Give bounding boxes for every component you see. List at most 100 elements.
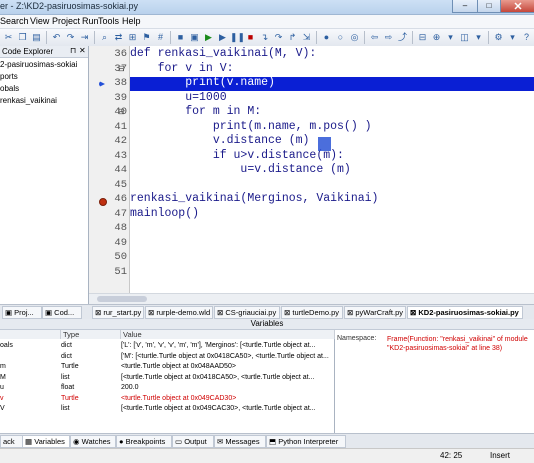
tab-code[interactable]: ▣ Cod...	[42, 306, 82, 319]
forward-icon[interactable]: ⇨	[382, 31, 395, 44]
code-line[interactable]: for v in V:	[130, 62, 234, 75]
options-icon[interactable]: ⚙	[492, 31, 505, 44]
chevron-down-icon[interactable]: ▾	[472, 31, 485, 44]
close-button[interactable]	[500, 0, 534, 13]
breakpoint-icon[interactable]	[99, 198, 107, 206]
file-tab[interactable]: ⊠ CS-griauciai.py	[214, 306, 280, 319]
tab-stack[interactable]: ack	[0, 435, 24, 448]
menu-view[interactable]: View	[30, 16, 49, 26]
cut-icon[interactable]: ✂	[2, 31, 15, 44]
tree-item-imports[interactable]: ports	[0, 72, 18, 81]
variable-row[interactable]: u float 200.0	[0, 383, 334, 393]
column-type[interactable]: Type	[61, 330, 121, 339]
goto-line-icon[interactable]: ⊞	[126, 31, 139, 44]
code-line[interactable]: u=v.distance (m)	[130, 163, 350, 176]
code-line[interactable]: u=1000	[130, 91, 226, 104]
menu-help[interactable]: Help	[122, 16, 141, 26]
variable-row[interactable]: oals dict ['L': ['v', 'm', 'v', 'v', 'm', …	[0, 341, 334, 351]
code-line[interactable]: mainloop()	[130, 207, 199, 220]
code-editor[interactable]: 36 37 38 39 40 41 42 43 44 45 46 47 48 49 50 51 ⊟ ⊟ def r…	[89, 46, 534, 304]
comment-icon[interactable]: #	[154, 31, 167, 44]
code-line[interactable]: print(v.name)	[130, 76, 275, 89]
tab-output[interactable]: ▭ Output	[172, 435, 214, 448]
menu-tools[interactable]: Tools	[98, 16, 119, 26]
tab-project[interactable]: ▣ Proj...	[2, 306, 42, 319]
bookmark-icon[interactable]: ⚑	[140, 31, 153, 44]
column-value[interactable]: Value	[121, 330, 335, 339]
variable-row[interactable]: Vlist [<turtle.Turtle object at 0x049CAC3…	[0, 404, 334, 414]
menu-search[interactable]: Search	[0, 16, 29, 26]
layout-icon[interactable]: ⊟	[416, 31, 429, 44]
save-icon[interactable]: ▣	[188, 31, 201, 44]
file-tab-active[interactable]: ⊠ KD2-pasiruosimas-sokiai.py	[407, 306, 523, 319]
code-line[interactable]: v.distance (m)	[130, 134, 310, 147]
chevron-down-icon[interactable]: ▾	[506, 31, 519, 44]
tree-item-module[interactable]: 2-pasiruosimas-sokiai	[0, 60, 77, 69]
paste-icon[interactable]: ▤	[30, 31, 43, 44]
indent-icon[interactable]: ⇥	[78, 31, 91, 44]
horizontal-scrollbar[interactable]	[89, 293, 534, 304]
tab-messages[interactable]: ✉ Messages	[214, 435, 266, 448]
tree-item-globals[interactable]: obals	[0, 84, 19, 93]
pin-icon[interactable]: ⊓	[70, 46, 76, 55]
tab-output-label: Output	[184, 437, 207, 446]
redo-icon[interactable]: ↷	[64, 31, 77, 44]
tree-item-function[interactable]: renkasi_vaikinai	[0, 96, 57, 105]
variable-row[interactable]: v Turtle <turtle.Turtle object at 0x049CAD…	[0, 394, 334, 404]
variable-row[interactable]: dict ['M': [<turtle.Turtle object at 0x04…	[0, 352, 334, 362]
maximize-button[interactable]: □	[477, 0, 501, 13]
column-name[interactable]	[0, 330, 61, 339]
find-icon[interactable]: ⌕	[98, 31, 111, 44]
replace-icon[interactable]: ⇄	[112, 31, 125, 44]
file-tab[interactable]: ⊠ rur_start.py	[92, 306, 144, 319]
line-number: 39	[114, 91, 127, 104]
minimize-button[interactable]: –	[452, 0, 478, 13]
watch-icon[interactable]: ◎	[348, 31, 361, 44]
scrollbar-thumb[interactable]	[97, 296, 147, 302]
fold-toggle-icon[interactable]: ⊟	[118, 64, 125, 73]
variable-name: u	[0, 384, 4, 391]
run-icon[interactable]: ▶	[202, 31, 215, 44]
breakpoint-icon[interactable]: ●	[320, 31, 333, 44]
variable-row[interactable]: Mlist [<turtle.Turtle object at 0x0418CA5…	[0, 373, 334, 383]
variable-row[interactable]: m Turtle <turtle.Turtle object at 0x048AAD…	[0, 362, 334, 372]
clear-breakpoints-icon[interactable]: ○	[334, 31, 347, 44]
code-line[interactable]: for m in M:	[130, 105, 261, 118]
code-line[interactable]: def renkasi_vaikinai(M, V):	[130, 47, 316, 60]
code-line[interactable]: renkasi_vaikinai(Merginos, Vaikinai)	[130, 192, 378, 205]
file-tab[interactable]: ⊠ pyWarCraft.py	[344, 306, 406, 319]
close-icon[interactable]: ✕	[79, 46, 86, 55]
step-over-icon[interactable]: ↷	[272, 31, 285, 44]
menu-run[interactable]: Run	[82, 16, 99, 26]
stop-icon[interactable]: ■	[174, 31, 187, 44]
menu-project[interactable]: Project	[52, 16, 80, 26]
split-icon[interactable]: ◫	[458, 31, 471, 44]
file-tab[interactable]: ⊠ rurple-demo.wld	[145, 306, 213, 319]
tab-watches[interactable]: ◉ Watches	[70, 435, 116, 448]
stop-debug-icon[interactable]: ■	[244, 31, 257, 44]
debug-icon[interactable]: ▶	[216, 31, 229, 44]
tab-breakpoints[interactable]: ● Breakpoints	[116, 435, 172, 448]
file-tab[interactable]: ⊠ turtleDemo.py	[281, 306, 343, 319]
toolbar-separator	[170, 31, 171, 44]
copy-icon[interactable]: ❐	[16, 31, 29, 44]
run-to-cursor-icon[interactable]: ⇲	[300, 31, 313, 44]
zoom-icon[interactable]: ⊕	[430, 31, 443, 44]
variable-value: ['M': [<turtle.Turtle object at 0x0418CA…	[121, 352, 329, 360]
help-icon[interactable]: ?	[520, 31, 533, 44]
step-into-icon[interactable]: ↴	[258, 31, 271, 44]
step-out-icon[interactable]: ↱	[286, 31, 299, 44]
status-bar: 42: 25 Insert	[0, 448, 534, 463]
code-line[interactable]: if u>v.distance(m):	[130, 149, 344, 162]
jump-icon[interactable]: ⤴	[396, 31, 409, 44]
toolbar-separator	[412, 31, 413, 44]
undo-icon[interactable]: ↶	[50, 31, 63, 44]
file-tab-label: CS-griauciai.py	[225, 308, 277, 317]
tab-python-interpreter[interactable]: ⬒ Python Interpreter	[266, 435, 346, 448]
chevron-down-icon[interactable]: ▾	[444, 31, 457, 44]
code-line[interactable]: print(m.name, m.pos() )	[130, 120, 372, 133]
back-icon[interactable]: ⇦	[368, 31, 381, 44]
fold-toggle-icon[interactable]: ⊟	[118, 107, 125, 116]
pause-icon[interactable]: ❚❚	[230, 31, 245, 44]
tab-variables[interactable]: ▦ Variables	[22, 435, 70, 448]
